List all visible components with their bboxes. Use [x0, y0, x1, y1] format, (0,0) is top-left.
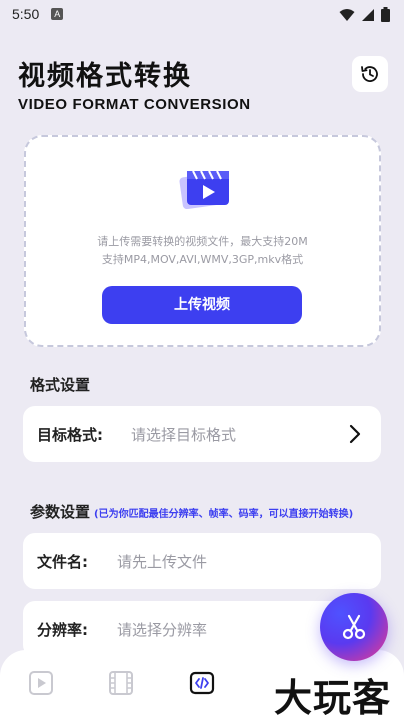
format-settings-heading: 格式设置	[30, 376, 91, 394]
nav-play-icon[interactable]	[28, 670, 54, 696]
resolution-placeholder: 请选择分辨率	[117, 620, 208, 639]
cut-fab-button[interactable]	[320, 593, 388, 661]
filename-row[interactable]: 文件名: 请先上传文件	[23, 533, 381, 589]
nav-film-icon[interactable]	[108, 670, 134, 696]
upload-hint-size: 请上传需要转换的视频文件，最大支持20M	[97, 235, 308, 248]
params-settings-note: (已为你匹配最佳分辨率、帧率、码率，可以直接开始转换)	[94, 509, 354, 520]
upload-area[interactable]: 请上传需要转换的视频文件，最大支持20M 支持MP4,MOV,AVI,WMV,3…	[24, 135, 381, 347]
params-settings-heading: 参数设置 (已为你匹配最佳分辨率、帧率、码率，可以直接开始转换)	[30, 501, 353, 522]
status-bar: 5:50 A	[0, 0, 404, 28]
status-time: 5:50	[12, 6, 40, 22]
resolution-label: 分辨率:	[37, 620, 88, 639]
battery-icon	[381, 7, 390, 22]
upload-video-button[interactable]: 上传视频	[102, 286, 302, 324]
filename-label: 文件名:	[37, 552, 88, 571]
target-format-placeholder: 请选择目标格式	[131, 425, 237, 444]
notification-icon: A	[51, 8, 64, 20]
nav-code-icon[interactable]	[189, 670, 215, 696]
watermark-text: 大玩客	[274, 676, 392, 720]
wifi-icon	[339, 8, 355, 21]
target-format-label: 目标格式:	[37, 425, 103, 444]
params-settings-title: 参数设置	[30, 503, 91, 521]
filename-placeholder: 请先上传文件	[117, 552, 208, 571]
chevron-right-icon	[349, 424, 361, 444]
target-format-row[interactable]: 目标格式: 请选择目标格式	[23, 406, 381, 462]
signal-icon	[362, 8, 374, 21]
history-button[interactable]	[352, 56, 388, 92]
page-subtitle: VIDEO FORMAT CONVERSION	[18, 96, 251, 113]
upload-hint-formats: 支持MP4,MOV,AVI,WMV,3GP,mkv格式	[101, 253, 304, 266]
video-clapper-icon	[179, 170, 229, 209]
page-title: 视频格式转换	[18, 61, 192, 92]
scissors-icon	[342, 614, 366, 640]
history-clock-icon	[361, 66, 378, 82]
status-icons	[339, 7, 390, 22]
